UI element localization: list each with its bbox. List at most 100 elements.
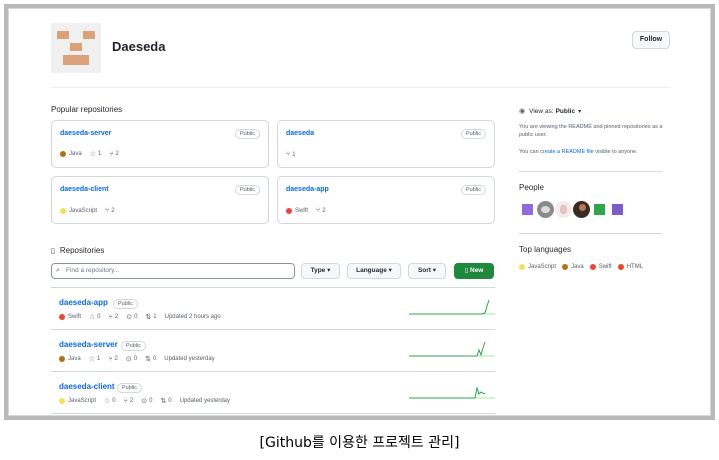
top-languages-list: JavaScript Java Swift HTML — [519, 264, 649, 270]
language-color-dot — [589, 264, 596, 270]
member-avatar[interactable] — [573, 201, 590, 218]
language-dropdown[interactable]: Language ▾ — [347, 263, 401, 279]
member-avatar[interactable] — [519, 201, 536, 218]
repo-language: Java — [68, 356, 81, 362]
issue-icon: ⊙ — [141, 398, 148, 405]
repo-link[interactable]: daeseda — [286, 130, 314, 137]
repositories-title: Repositories — [59, 246, 105, 255]
pull-requests-link[interactable]: ⇅ 1 — [145, 313, 156, 321]
member-avatar[interactable] — [591, 201, 608, 218]
pull-request-icon: ⇅ — [160, 398, 167, 405]
forks-link[interactable]: ⑂ 1 — [286, 151, 296, 158]
follow-button[interactable]: Follow — [632, 31, 670, 49]
new-label: New — [470, 267, 484, 274]
updated-time: Updated yesterday — [164, 356, 215, 362]
issues-link[interactable]: ⊙ 0 — [126, 313, 137, 321]
pull-request-icon: ⇅ — [145, 314, 152, 321]
language-color-dot — [59, 314, 65, 320]
pinned-repo-card: daeseda Public ⑂ 1 — [277, 120, 495, 168]
view-as-toggle[interactable]: ◉ View as: Public ▾ — [519, 107, 582, 116]
pr-count: 0 — [168, 398, 172, 404]
repo-link[interactable]: daeseda-app — [286, 186, 329, 193]
issues-count: 0 — [133, 356, 138, 362]
sort-label: Sort — [417, 267, 431, 274]
type-dropdown[interactable]: Type ▾ — [301, 263, 340, 279]
forks-count: 2 — [111, 207, 115, 214]
create-readme-link[interactable]: create a README file — [540, 149, 594, 155]
language-color-dot — [59, 398, 65, 404]
pull-requests-link[interactable]: ⇅ 0 — [160, 397, 171, 405]
issues-link[interactable]: ⊙ 0 — [126, 355, 137, 363]
search-placeholder: Find a repository... — [66, 267, 120, 274]
repo-link[interactable]: daeseda-server — [60, 130, 111, 137]
search-input[interactable]: ⌕ Find a repository... — [51, 263, 295, 279]
caret-down-icon: ▾ — [578, 108, 582, 115]
language-color-dot — [562, 264, 569, 270]
member-avatar[interactable] — [555, 201, 572, 218]
visibility-badge: Public — [235, 185, 260, 195]
language-name: Swift — [598, 264, 612, 270]
language-color-dot — [60, 207, 66, 214]
visibility-badge: Public — [235, 129, 260, 139]
member-avatar[interactable] — [609, 201, 626, 218]
people-title: People — [519, 183, 544, 192]
stars-link[interactable]: ☆ 1 — [90, 150, 102, 158]
repository-list: daeseda-app Public Swift ☆ 0 ⑂ 2 ⊙ 0 ⇅ 1 Upd… — [51, 287, 495, 416]
stars-link[interactable]: ☆ 0 — [89, 313, 101, 321]
updated-time: Updated 2 hours ago — [164, 314, 221, 320]
fork-icon: ⑂ — [105, 207, 110, 214]
sort-dropdown[interactable]: Sort ▾ — [408, 263, 446, 279]
forks-count: 2 — [322, 207, 326, 214]
forks-count: 2 — [129, 398, 134, 404]
repo-link[interactable]: daeseda-app — [59, 298, 108, 307]
stars-link[interactable]: ☆ 1 — [89, 355, 101, 363]
visibility-badge: Public — [113, 299, 138, 309]
visibility-badge: Public — [461, 129, 486, 139]
repositories-header: ▯ Repositories — [51, 246, 104, 255]
fork-icon: ⑂ — [108, 313, 113, 321]
forks-link[interactable]: ⑂ 2 — [316, 207, 326, 214]
repo-icon: ▯ — [464, 267, 469, 274]
repo-link[interactable]: daeseda-client — [60, 186, 109, 193]
org-name: Daeseda — [112, 39, 166, 54]
issue-icon: ⊙ — [125, 356, 132, 363]
figure-caption: [Github를 이용한 프로젝트 관리] — [259, 435, 460, 451]
activity-sparkline — [409, 341, 495, 357]
forks-count: 2 — [114, 314, 119, 320]
repo-link[interactable]: daeseda-server — [59, 340, 118, 349]
stars-count: 0 — [97, 314, 101, 320]
search-icon: ⌕ — [56, 267, 60, 274]
repo-link[interactable]: daeseda-client — [59, 382, 115, 391]
create-readme-text: You can create a README file visible to … — [519, 148, 669, 156]
forks-link[interactable]: ⑂ 2 — [108, 356, 118, 363]
forks-link[interactable]: ⑂ 2 — [109, 314, 119, 321]
forks-count: 2 — [115, 151, 119, 157]
pull-requests-link[interactable]: ⇅ 0 — [145, 355, 156, 363]
stars-link[interactable]: ☆ 0 — [104, 397, 116, 405]
forks-count: 2 — [114, 356, 118, 362]
org-avatar[interactable] — [51, 23, 101, 73]
create-readme-suffix: visible to anyone. — [593, 149, 638, 155]
forks-link[interactable]: ⑂ 2 — [105, 207, 115, 214]
forks-count: 1 — [292, 151, 296, 158]
fork-icon: ⑂ — [108, 355, 113, 363]
divider — [519, 171, 662, 172]
pinned-repo-card: daeseda-app Public Swift ⑂ 2 — [277, 176, 495, 224]
star-icon: ☆ — [89, 151, 96, 158]
issues-count: 0 — [134, 314, 138, 320]
member-avatar[interactable] — [537, 201, 554, 218]
star-icon: ☆ — [88, 356, 95, 363]
view-as-label: View as: — [529, 107, 554, 115]
repo-language: Java — [69, 151, 82, 157]
forks-link[interactable]: ⑂ 2 — [109, 151, 119, 158]
top-languages-title: Top languages — [519, 245, 572, 254]
pull-request-icon: ⇅ — [145, 356, 151, 363]
popular-repos-title: Popular repositories — [51, 105, 123, 114]
eye-icon: ◉ — [519, 108, 526, 115]
star-icon: ☆ — [104, 398, 111, 405]
forks-link[interactable]: ⑂ 2 — [124, 398, 134, 405]
caret-down-icon: ▾ — [432, 267, 437, 274]
new-repo-button[interactable]: ▯ New — [454, 263, 494, 279]
issues-link[interactable]: ⊙ 0 — [141, 397, 152, 405]
language-color-dot — [286, 207, 292, 214]
